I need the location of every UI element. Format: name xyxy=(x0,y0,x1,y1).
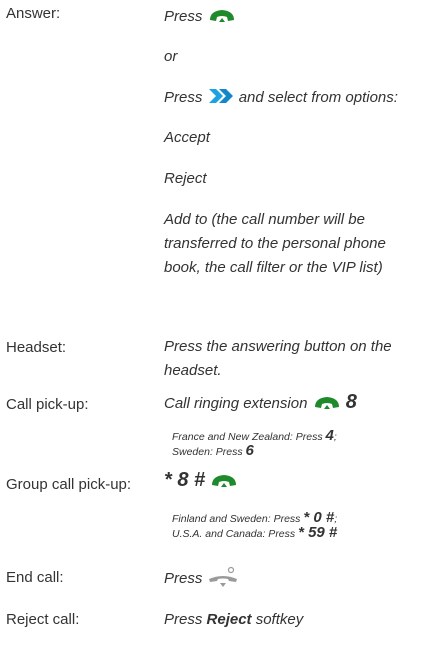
pickup-note: France and New Zealand: Press 4; Sweden:… xyxy=(172,427,337,459)
group-line: * 8 # xyxy=(164,469,239,494)
headset-label: Headset: xyxy=(6,339,67,356)
option-reject: Reject xyxy=(164,170,207,187)
answer-press-text: Press xyxy=(164,7,203,25)
option-accept: Accept xyxy=(164,129,210,146)
green-handset-icon xyxy=(209,470,239,494)
answer-options-line: Press and select from options: xyxy=(164,87,398,109)
pickup-note1-code: 4 xyxy=(325,427,334,444)
pickup-note1-end: ; xyxy=(333,431,337,443)
pickup-line: Call ringing extension 8 xyxy=(164,391,357,416)
group-code: * 8 # xyxy=(164,469,206,491)
answer-press2-text: Press xyxy=(164,88,203,106)
green-handset-icon xyxy=(207,5,237,29)
end-line: Press xyxy=(164,566,239,592)
option-add-to: Add to (the call number will be transfer… xyxy=(164,211,386,276)
reject-label: Reject call: xyxy=(6,611,80,628)
headset-text: Press the answering button on the headse… xyxy=(164,338,392,379)
pickup-code: 8 xyxy=(345,391,357,413)
answer-press-line: Press xyxy=(164,5,237,29)
pickup-note2-code: 6 xyxy=(245,442,254,459)
answer-or: or xyxy=(164,48,178,65)
pickup-label: Call pick-up: xyxy=(6,396,89,413)
reject-softkey-text: softkey xyxy=(255,611,304,628)
group-note2: U.S.A. and Canada: Press xyxy=(172,528,296,540)
end-label: End call: xyxy=(6,569,64,586)
hang-up-handset-icon xyxy=(207,566,239,592)
group-label: Group call pick-up: xyxy=(6,476,132,493)
pickup-note2: Sweden: Press xyxy=(172,446,243,458)
end-press-text: Press xyxy=(164,569,203,587)
answer-label: Answer: xyxy=(6,5,61,22)
pickup-text: Call ringing extension xyxy=(164,395,308,412)
answer-select-text: and select from options: xyxy=(238,88,398,106)
group-note2-code: * 59 # xyxy=(298,524,338,541)
double-chevron-right-icon xyxy=(207,87,235,109)
reject-press-text: Press xyxy=(164,611,203,628)
reject-line: Press Reject softkey xyxy=(164,611,303,628)
group-note1: Finland and Sweden: Press xyxy=(172,513,301,525)
reject-softkey-name: Reject xyxy=(206,611,252,628)
green-handset-icon xyxy=(312,392,342,416)
group-note: Finland and Sweden: Press * 0 #; U.S.A. … xyxy=(172,510,338,541)
